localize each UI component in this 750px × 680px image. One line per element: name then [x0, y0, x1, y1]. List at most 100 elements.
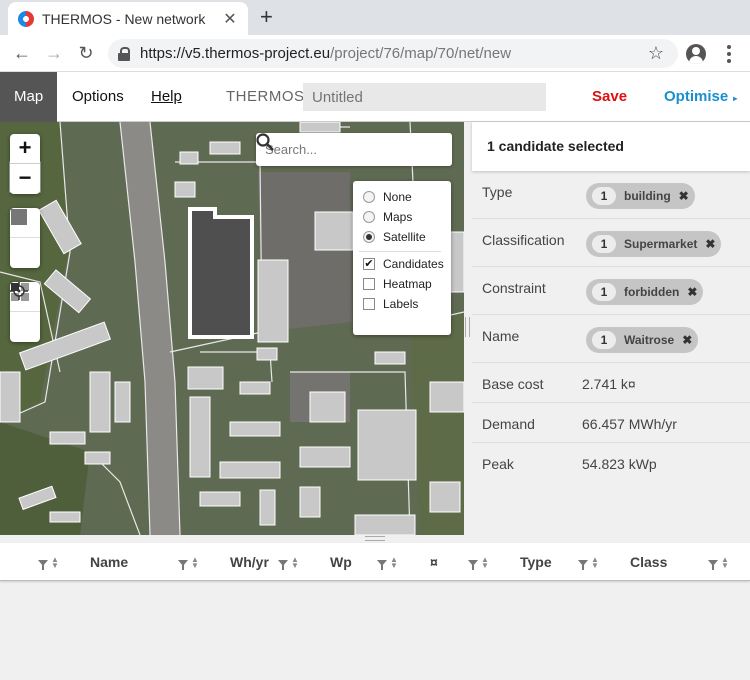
filter-sort-select[interactable]: ▲ ▼ [38, 556, 59, 570]
base-layer-none[interactable]: None [363, 187, 451, 207]
property-row-classification: Classification 1 Supermarket ✖ [472, 219, 750, 267]
filter-icon[interactable] [38, 560, 48, 570]
back-icon[interactable]: ← [12, 43, 32, 63]
stat-label: Peak [482, 456, 514, 472]
name-chip[interactable]: 1 Waitrose ✖ [586, 327, 699, 353]
browser-tab-bar: THERMOS - New network ✕ + [0, 0, 750, 35]
filter-icon[interactable] [178, 560, 188, 570]
zoom-in-button[interactable]: + [10, 134, 40, 164]
column-header-type[interactable]: Type [520, 554, 552, 570]
base-layer-satellite[interactable]: Satellite [363, 227, 451, 247]
map-tools [10, 282, 40, 342]
stat-value: 2.741 k¤ [582, 376, 636, 392]
filter-sort-name[interactable]: ▲ ▼ [178, 556, 199, 570]
filter-icon[interactable] [278, 560, 288, 570]
radio-button[interactable] [363, 211, 375, 223]
layer-switcher: None Maps Satellite ✔ Candidates Heatmap … [353, 181, 451, 335]
filter-icon[interactable] [578, 560, 588, 570]
column-header-name[interactable]: Name [90, 554, 128, 570]
classification-chip[interactable]: 1 Supermarket ✖ [586, 231, 722, 257]
remove-chip-icon[interactable]: ✖ [705, 237, 715, 251]
browser-tab[interactable]: THERMOS - New network ✕ [8, 2, 248, 35]
stat-row-peak: Peak 54.823 kWp [472, 443, 750, 483]
filter-icon[interactable] [377, 560, 387, 570]
property-label: Name [482, 328, 520, 344]
filter-icon[interactable] [468, 560, 478, 570]
tab-map[interactable]: Map [0, 72, 58, 122]
browser-menu-icon[interactable] [727, 45, 731, 63]
checkbox[interactable] [363, 278, 375, 290]
radio-button[interactable] [363, 191, 375, 203]
map-search-input[interactable] [265, 142, 415, 157]
new-tab-icon[interactable]: + [260, 6, 273, 28]
account-icon[interactable] [686, 44, 706, 64]
checkbox-checked[interactable]: ✔ [363, 258, 375, 270]
stat-label: Demand [482, 416, 535, 432]
property-row-type: Type 1 building ✖ [472, 171, 750, 219]
sort-icon[interactable]: ▲ ▼ [591, 556, 599, 570]
network-name-input[interactable] [303, 83, 546, 111]
url-field[interactable]: https://v5.thermos-project.eu/project/76… [108, 39, 678, 68]
stat-row-demand: Demand 66.457 MWh/yr [472, 403, 750, 443]
tab-title: THERMOS - New network [42, 10, 206, 27]
checkbox[interactable] [363, 298, 375, 310]
url-text: https://v5.thermos-project.eu/project/76… [140, 45, 512, 62]
overlay-heatmap[interactable]: Heatmap [363, 274, 451, 294]
stat-label: Base cost [482, 376, 544, 392]
stat-value: 54.823 kWp [582, 456, 657, 472]
column-header-demand[interactable]: Wh/yr [230, 554, 269, 570]
thermos-logo-icon [18, 10, 34, 27]
filter-sort-cost[interactable]: ▲ ▼ [468, 556, 489, 570]
filter-sort-peak[interactable]: ▲ ▼ [377, 556, 398, 570]
locate-crosshair-icon[interactable] [10, 282, 40, 342]
draw-rectangle-icon[interactable] [10, 209, 40, 268]
sort-icon[interactable]: ▲ ▼ [291, 556, 299, 570]
remove-chip-icon[interactable]: ✖ [687, 285, 697, 299]
filter-sort-type[interactable]: ▲ ▼ [578, 556, 599, 570]
selection-panel: 1 candidate selected Type 1 building ✖ Cla… [472, 122, 750, 492]
selection-header: 1 candidate selected [472, 122, 750, 171]
sort-icon[interactable]: ▲ ▼ [390, 556, 398, 570]
candidates-table-header: ▲ ▼ Name ▲ ▼ Wh/yr ▲ ▼ Wp ▲ ▼ ¤ ▲ ▼ Type ▲ ▼ C… [0, 543, 750, 581]
map-view[interactable]: + − None Maps Satellite ✔Candidates Heat… [0, 122, 464, 535]
zoom-out-button[interactable]: − [10, 164, 40, 194]
overlay-candidates[interactable]: ✔ Candidates [363, 254, 451, 274]
sort-icon[interactable]: ▲ ▼ [481, 556, 489, 570]
tab-close-icon[interactable]: ✕ [222, 9, 238, 29]
filter-sort-demand[interactable]: ▲ ▼ [278, 556, 299, 570]
sort-icon[interactable]: ▲ ▼ [51, 556, 59, 570]
overlay-labels[interactable]: Labels [363, 294, 451, 314]
search-icon[interactable] [256, 133, 274, 151]
type-chip[interactable]: 1 building ✖ [586, 183, 695, 209]
help-link[interactable]: Help [151, 72, 182, 122]
stat-row-base-cost: Base cost 2.741 k¤ [472, 363, 750, 403]
radio-button-selected[interactable] [363, 231, 375, 243]
forward-icon[interactable]: → [44, 43, 64, 63]
filter-icon[interactable] [708, 560, 718, 570]
property-label: Type [482, 184, 513, 200]
remove-chip-icon[interactable]: ✖ [682, 333, 692, 347]
lock-icon [118, 46, 130, 61]
tab-options[interactable]: Options [72, 72, 124, 122]
column-header-cost[interactable]: ¤ [430, 554, 438, 570]
draw-toolbar [10, 208, 40, 268]
base-layer-maps[interactable]: Maps [363, 207, 451, 227]
column-header-peak[interactable]: Wp [330, 554, 352, 570]
column-header-class[interactable]: Class [630, 554, 667, 570]
caret-right-icon: ▸ [733, 94, 738, 103]
map-search [256, 133, 452, 166]
sort-icon[interactable]: ▲ ▼ [191, 556, 199, 570]
optimise-button[interactable]: Optimise ▸ [664, 72, 737, 124]
horizontal-resize-handle[interactable] [365, 536, 385, 541]
vertical-resize-handle[interactable] [465, 317, 470, 337]
filter-sort-class[interactable]: ▲ ▼ [708, 556, 729, 570]
bookmark-star-icon[interactable]: ☆ [648, 43, 664, 64]
property-row-constraint: Constraint 1 forbidden ✖ [472, 267, 750, 315]
sort-icon[interactable]: ▲ ▼ [721, 556, 729, 570]
zoom-control: + − [10, 134, 40, 194]
remove-chip-icon[interactable]: ✖ [679, 189, 689, 203]
chip-count: 1 [592, 235, 616, 253]
constraint-chip[interactable]: 1 forbidden ✖ [586, 279, 704, 305]
save-button[interactable]: Save [592, 72, 627, 122]
reload-icon[interactable]: ↻ [76, 43, 96, 63]
